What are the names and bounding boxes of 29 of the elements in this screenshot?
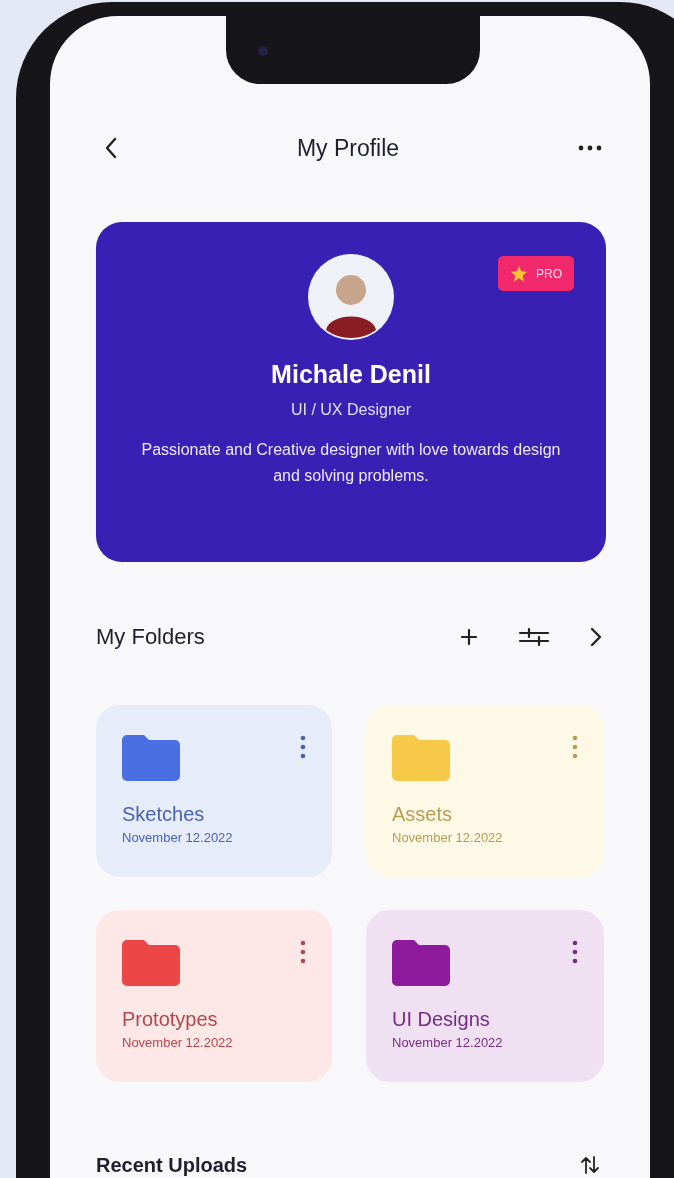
- profile-role: UI / UX Designer: [290, 401, 411, 419]
- more-vertical-icon[interactable]: [300, 735, 306, 759]
- folder-name: Sketches: [122, 803, 206, 826]
- profile-name: Michale Denil: [271, 360, 431, 389]
- filter-icon[interactable]: [518, 627, 550, 647]
- chevron-right-icon[interactable]: [590, 627, 602, 647]
- badge-label: PRO: [536, 266, 562, 281]
- folder-date: November 12.2022: [122, 1035, 234, 1050]
- back-icon[interactable]: [104, 137, 118, 159]
- folder-date: November 12.2022: [392, 830, 504, 845]
- more-icon[interactable]: [578, 145, 602, 151]
- more-vertical-icon[interactable]: [300, 940, 306, 964]
- add-icon[interactable]: [460, 628, 478, 646]
- folder-card[interactable]: Prototypes November 12.2022: [96, 910, 332, 1082]
- section-title: My Folders: [96, 624, 205, 650]
- folder-name: UI Designs: [392, 1008, 491, 1031]
- profile-bio: Passionate and Creative designer with love towards design and solving problems.: [141, 440, 561, 486]
- section-title: Recent Uploads: [96, 1153, 248, 1177]
- star-icon: [510, 265, 528, 282]
- folder-name: Assets: [392, 803, 454, 826]
- folder-card[interactable]: UI Designs November 12.2022: [366, 910, 604, 1082]
- sort-icon[interactable]: [580, 1155, 600, 1175]
- more-vertical-icon[interactable]: [572, 940, 578, 964]
- folder-name: Prototypes: [122, 1008, 219, 1031]
- folder-date: November 12.2022: [122, 830, 234, 845]
- folder-card[interactable]: Sketches November 12.2022: [96, 705, 332, 877]
- avatar-icon: [308, 254, 394, 340]
- screen-title: My Profile: [296, 134, 400, 162]
- folder-date: November 12.2022: [392, 1035, 504, 1050]
